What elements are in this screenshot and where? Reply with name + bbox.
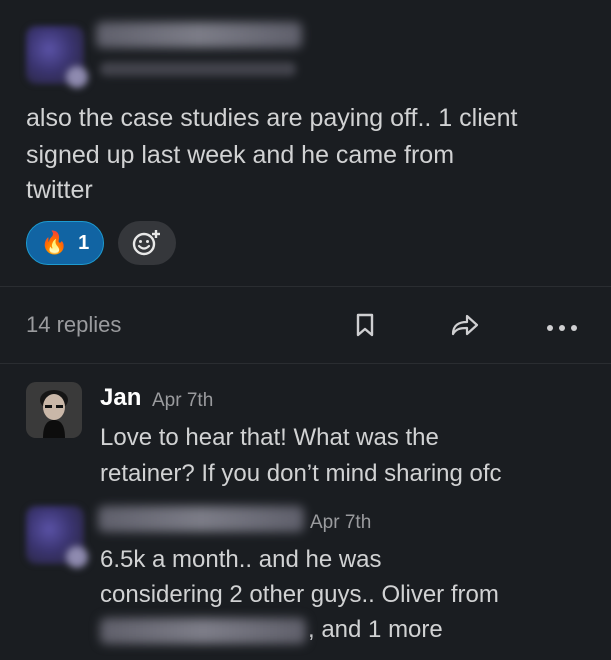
- avatar-blurred[interactable]: [26, 26, 88, 88]
- timestamp-blurred: [100, 62, 296, 76]
- fire-reaction-button[interactable]: 🔥 1: [26, 221, 104, 265]
- reply-line-3: , and 1 more: [100, 612, 443, 648]
- redacted-text: [100, 617, 306, 644]
- bookmark-icon: [356, 313, 374, 337]
- bookmark-button[interactable]: [354, 312, 376, 342]
- person-photo-icon: [26, 382, 82, 438]
- original-message: also the case studies are paying off.. 1…: [0, 0, 611, 286]
- reply-line-3-tail: , and 1 more: [308, 616, 443, 643]
- reply-line-1: 6.5k a month.. and he was: [100, 546, 382, 573]
- message-line-2: signed up last week and he came from: [26, 141, 455, 169]
- more-icon: [547, 325, 577, 331]
- avatar[interactable]: [26, 382, 82, 438]
- reply-line-1: Love to hear that! What was the: [100, 424, 439, 451]
- replies-count-link[interactable]: 14 replies: [26, 312, 121, 338]
- share-button[interactable]: [450, 313, 480, 341]
- message-line-3: twitter: [26, 176, 93, 204]
- reply-timestamp[interactable]: Apr 7th: [310, 512, 371, 534]
- reply-line-2: considering 2 other guys.. Oliver from: [100, 581, 499, 608]
- reaction-count: 1: [78, 231, 90, 254]
- author-name-blurred[interactable]: [98, 506, 304, 532]
- reply-timestamp[interactable]: Apr 7th: [152, 390, 213, 412]
- reply-author[interactable]: Jan: [100, 384, 141, 412]
- add-reaction-button[interactable]: [118, 221, 176, 265]
- avatar-blurred[interactable]: [26, 506, 88, 568]
- more-button[interactable]: [546, 318, 578, 337]
- add-reaction-icon: [132, 230, 160, 256]
- fire-icon: 🔥: [40, 230, 69, 255]
- author-name-blurred[interactable]: [96, 22, 302, 48]
- share-icon: [451, 314, 479, 336]
- message-line-1: also the case studies are paying off.. 1…: [26, 104, 518, 132]
- reply-line-2: retainer? If you don’t mind sharing ofc: [100, 460, 502, 487]
